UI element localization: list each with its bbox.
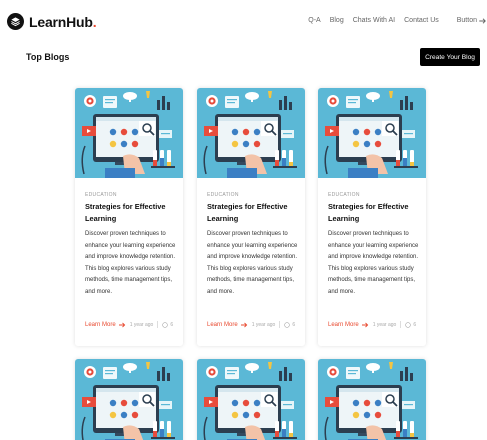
nav-link-contact[interactable]: Contact Us xyxy=(404,17,439,24)
arrow-right-icon xyxy=(361,322,368,327)
nav-link-chats[interactable]: Chats With AI xyxy=(353,17,395,24)
meta-divider xyxy=(279,321,281,328)
blog-meta: Learn More 1 year ago 6 xyxy=(207,321,295,328)
nav-link-blog[interactable]: Blog xyxy=(330,17,344,24)
blog-card[interactable] xyxy=(318,359,426,440)
brand-logo[interactable]: LearnHub. xyxy=(7,13,97,30)
blog-category: EDUCATION xyxy=(328,192,360,198)
layers-icon xyxy=(7,13,24,30)
blog-card[interactable] xyxy=(75,359,183,440)
blog-description: Discover proven techniques to enhance yo… xyxy=(328,231,419,295)
blog-card[interactable]: EDUCATION Strategies for Effective Learn… xyxy=(75,88,183,346)
blog-thumbnail xyxy=(197,88,305,178)
blog-card[interactable] xyxy=(197,359,305,440)
nav-links: Q-A Blog Chats With AI Contact Us Button xyxy=(299,17,487,24)
arrow-right-icon xyxy=(479,17,486,24)
blog-thumbnail xyxy=(197,359,305,440)
learn-more-link[interactable]: Learn More xyxy=(207,322,238,328)
comment-icon xyxy=(405,321,412,328)
blog-title[interactable]: Strategies for Effective Learning xyxy=(328,201,420,224)
top-navbar: LearnHub. Q-A Blog Chats With AI Contact… xyxy=(0,0,487,42)
blog-thumbnail xyxy=(75,359,183,440)
blog-meta: Learn More 1 year ago 6 xyxy=(328,321,416,328)
post-time: 1 year ago xyxy=(129,321,154,328)
nav-button-label: Button xyxy=(456,17,477,24)
post-time: 1 year ago xyxy=(251,321,276,328)
arrow-right-icon xyxy=(240,322,247,327)
blog-title[interactable]: Strategies for Effective Learning xyxy=(207,201,299,224)
blog-description: Discover proven techniques to enhance yo… xyxy=(85,231,176,295)
blog-category: EDUCATION xyxy=(85,192,117,198)
blog-card[interactable]: EDUCATION Strategies for Effective Learn… xyxy=(197,88,305,346)
comment-count: 6 xyxy=(284,322,295,328)
blog-card[interactable]: EDUCATION Strategies for Effective Learn… xyxy=(318,88,426,346)
blog-category: EDUCATION xyxy=(207,192,239,198)
blog-meta: Learn More 1 year ago 6 xyxy=(85,321,173,328)
comment-icon xyxy=(162,321,169,328)
create-blog-button[interactable]: Create Your Blog xyxy=(420,48,480,66)
comment-count: 6 xyxy=(162,322,173,328)
meta-divider xyxy=(400,321,402,328)
blog-thumbnail xyxy=(75,88,183,178)
comment-icon xyxy=(284,321,291,328)
meta-divider xyxy=(157,321,159,328)
post-time: 1 year ago xyxy=(372,321,397,328)
blog-thumbnail xyxy=(318,88,426,178)
learn-more-link[interactable]: Learn More xyxy=(85,322,116,328)
learn-more-link[interactable]: Learn More xyxy=(328,322,359,328)
blog-description: Discover proven techniques to enhance yo… xyxy=(207,231,298,295)
nav-link-qa[interactable]: Q-A xyxy=(308,17,320,24)
blog-title[interactable]: Strategies for Effective Learning xyxy=(85,201,177,224)
arrow-right-icon xyxy=(118,322,125,327)
nav-button[interactable]: Button xyxy=(448,17,487,24)
section-title: Top Blogs xyxy=(26,52,70,62)
blog-thumbnail xyxy=(318,359,426,440)
comment-count: 6 xyxy=(405,322,416,328)
brand-name: LearnHub. xyxy=(29,13,97,30)
